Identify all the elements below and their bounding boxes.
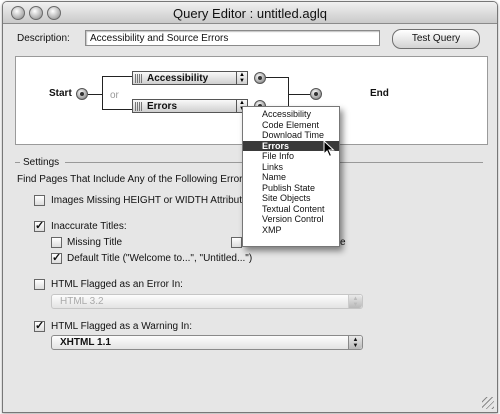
menu-item-accessibility[interactable]: Accessibility [243, 109, 339, 120]
grip-icon [135, 74, 143, 83]
connector-line [102, 109, 132, 110]
menu-item-name[interactable]: Name [243, 172, 339, 183]
query-editor-window: Query Editor : untitled.aglq Description… [2, 1, 498, 413]
menu-item-textual-content[interactable]: Textual Content [243, 204, 339, 215]
select-value: HTML 3.2 [60, 296, 104, 307]
resize-grip-icon[interactable] [482, 397, 494, 409]
images-missing-checkbox[interactable] [34, 195, 45, 206]
checkmark-icon: ✓ [35, 320, 45, 332]
html-warning-label: HTML Flagged as a Warning In: [51, 321, 192, 332]
end-label: End [370, 88, 389, 99]
default-title-label: Default Title ("Welcome to...", "Untitle… [67, 253, 253, 264]
start-node[interactable] [76, 88, 88, 100]
connector-line [102, 76, 103, 110]
missing-title-checkbox[interactable] [51, 237, 62, 248]
settings-header: Settings [23, 157, 60, 168]
hidden-title-option-label: e [340, 237, 346, 248]
start-label: Start [49, 88, 72, 99]
settings-intro: Find Pages That Include Any of the Follo… [17, 174, 251, 185]
up-down-arrows-icon: ▲▼ [348, 295, 362, 308]
end-node[interactable] [310, 88, 322, 100]
criterion-label: Errors [147, 101, 178, 112]
or-label: or [110, 90, 119, 101]
select-value: XHTML 1.1 [60, 337, 111, 348]
menu-item-site-objects[interactable]: Site Objects [243, 193, 339, 204]
images-missing-label: Images Missing HEIGHT or WIDTH Attribute… [51, 195, 253, 206]
html-error-checkbox[interactable] [34, 279, 45, 290]
description-label: Description: [17, 33, 70, 44]
criteria-dropdown-menu: Accessibility Code Element Download Time… [242, 106, 340, 247]
default-title-checkbox[interactable]: ✓ [51, 253, 62, 264]
criterion-node[interactable] [254, 72, 266, 84]
up-down-arrows-icon: ▲▼ [348, 336, 362, 349]
test-query-button[interactable]: Test Query [392, 29, 480, 49]
inaccurate-titles-label: Inaccurate Titles: [51, 221, 127, 232]
menu-item-publish-state[interactable]: Publish State [243, 183, 339, 194]
connector-line [88, 94, 102, 95]
checkmark-icon: ✓ [52, 252, 62, 264]
hidden-title-option-checkbox[interactable] [231, 237, 242, 248]
html-error-version-select[interactable]: HTML 3.2 ▲ ▼ [51, 294, 363, 309]
menu-item-xmp[interactable]: XMP [243, 225, 339, 236]
up-down-arrows-icon: ▲▼ [236, 72, 247, 84]
menu-item-download-time[interactable]: Download Time [243, 130, 339, 141]
menu-item-code-element[interactable]: Code Element [243, 120, 339, 131]
criterion-label: Accessibility [147, 73, 209, 84]
arrow-cursor-icon [323, 140, 335, 158]
description-field[interactable]: Accessibility and Source Errors [85, 30, 380, 46]
html-error-label: HTML Flagged as an Error In: [51, 279, 183, 290]
connector-line [266, 77, 288, 78]
menu-item-links[interactable]: Links [243, 162, 339, 173]
criterion-accessibility-popup[interactable]: Accessibility ▲ ▼ [132, 71, 248, 85]
html-warning-version-select[interactable]: XHTML 1.1 ▲ ▼ [51, 335, 363, 350]
title-bar[interactable]: Query Editor : untitled.aglq [3, 2, 497, 24]
settings-divider [15, 162, 20, 163]
checkmark-icon: ✓ [35, 220, 45, 232]
html-warning-checkbox[interactable]: ✓ [34, 321, 45, 332]
missing-title-label: Missing Title [67, 237, 123, 248]
connector-line [102, 76, 132, 77]
connector-line [288, 94, 310, 95]
criterion-errors-popup[interactable]: Errors ▲▼ [132, 99, 248, 113]
menu-item-version-control[interactable]: Version Control [243, 214, 339, 225]
grip-icon [135, 102, 143, 111]
inaccurate-titles-checkbox[interactable]: ✓ [34, 221, 45, 232]
window-title: Query Editor : untitled.aglq [173, 6, 327, 21]
